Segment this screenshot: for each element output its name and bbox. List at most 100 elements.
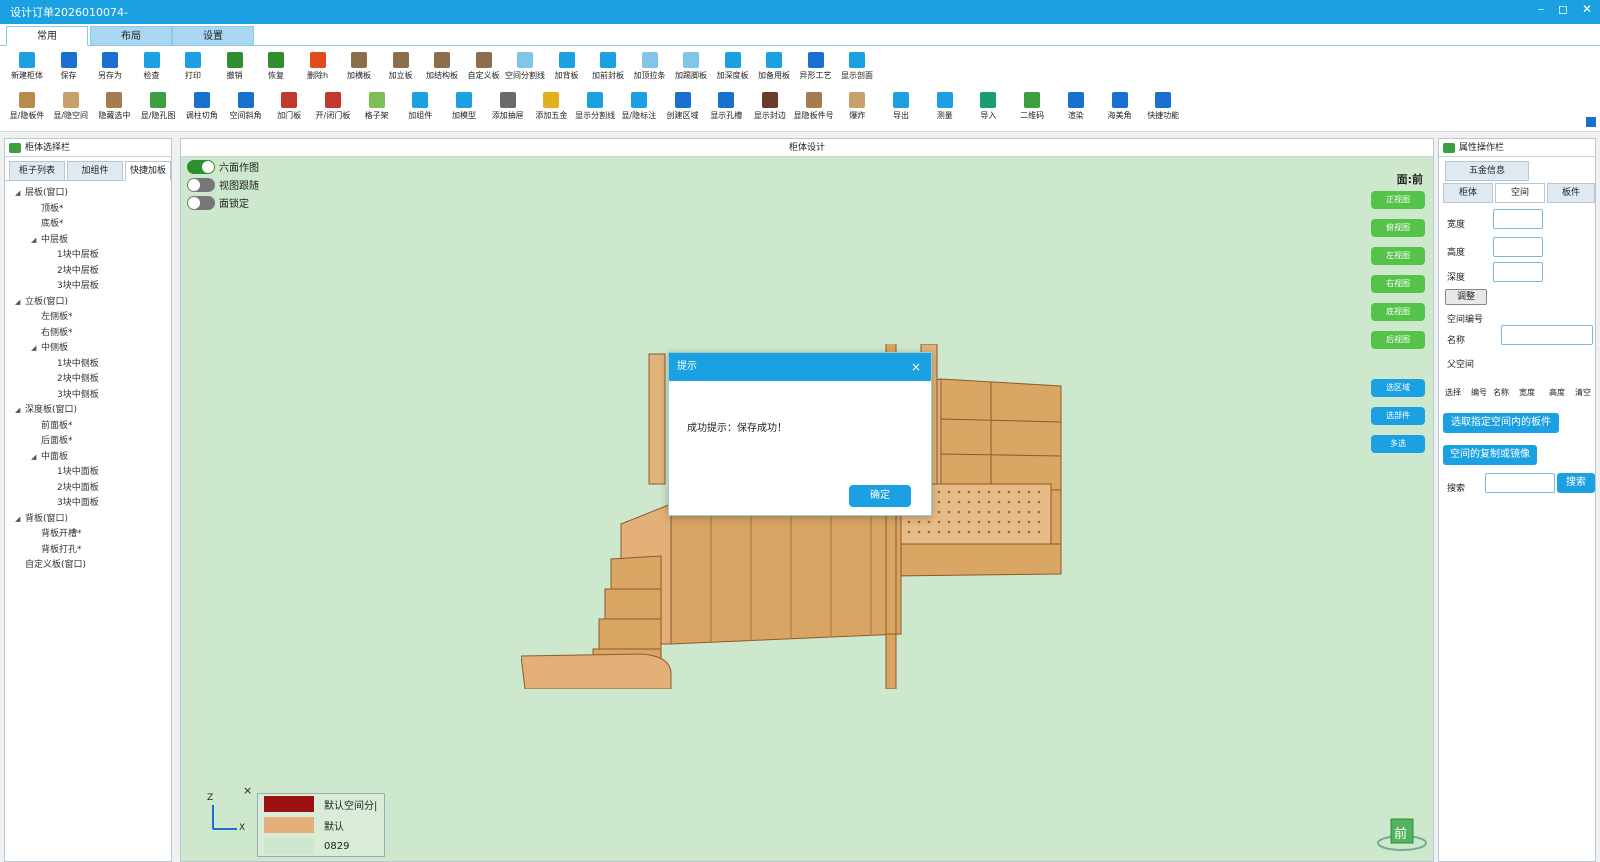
toolbar-add-drawer-button[interactable]: 添加抽屉 (487, 88, 529, 128)
expand-triangle-icon[interactable]: ◢ (31, 344, 41, 352)
tree-item[interactable]: ◢ 中面板 (31, 449, 68, 462)
tree-item[interactable]: ◢ 深度板(窗口) (15, 402, 77, 415)
toolbar-toggle-holes-button[interactable]: 显/隐孔图 (137, 88, 179, 128)
toolbar-add-structure-board-button[interactable]: 加结构板 (421, 48, 463, 88)
toggle-six-faces[interactable]: 六面作图 (187, 159, 259, 174)
tree-item[interactable]: 背板打孔* (31, 542, 82, 555)
toolbar-undo-button[interactable]: 撤销 (214, 48, 256, 88)
toolbar-hide-selected-button[interactable]: 隐藏选中 (93, 88, 135, 128)
toolbar-show-divider-button[interactable]: 显示分割线 (574, 88, 616, 128)
toolbar-open-close-door-button[interactable]: 开/闭门板 (312, 88, 354, 128)
toolbar-toggle-board-number-button[interactable]: 显隐板件号 (793, 88, 835, 128)
expand-triangle-icon[interactable]: ◢ (15, 406, 25, 414)
toolbar-grid-rack-button[interactable]: 格子架 (356, 88, 398, 128)
multi-select-button[interactable]: 多选 (1371, 435, 1425, 453)
tree-item[interactable]: 3块中面板 (47, 495, 99, 508)
toggle-view-follow[interactable]: 视图跟随 (187, 177, 259, 192)
ok-button[interactable]: 确定 (849, 485, 911, 507)
toolbar-add-spare-board-button[interactable]: 加备用板 (753, 48, 795, 88)
tree-item[interactable]: 1块中面板 (47, 464, 99, 477)
right-view-button[interactable]: 右视图 (1371, 275, 1425, 293)
maximize-icon[interactable]: ◻ (1558, 2, 1568, 16)
tree-item[interactable]: 前面板* (31, 418, 73, 431)
toolbar-show-edge-button[interactable]: 显示封边 (749, 88, 791, 128)
tree-item[interactable]: 背板开槽* (31, 526, 82, 539)
height-field[interactable] (1493, 237, 1543, 257)
toolbar-grid-icon[interactable] (1586, 117, 1596, 127)
tab-quick-add[interactable]: 快捷加板 (125, 161, 171, 181)
toolbar-quick-function-button[interactable]: 快捷功能 (1142, 88, 1184, 128)
tree-item[interactable]: 3块中层板 (47, 278, 99, 291)
tree-item[interactable]: ◢ 层板(窗口) (15, 185, 68, 198)
toolbar-toggle-boards-button[interactable]: 显/隐板件 (6, 88, 48, 128)
tree-item[interactable]: 2块中面板 (47, 480, 99, 493)
toolbar-export-button[interactable]: 导出 (880, 88, 922, 128)
tree-item[interactable]: 3块中侧板 (47, 387, 99, 400)
depth-field[interactable] (1493, 262, 1543, 282)
toolbar-qr-cloud-button[interactable]: 二维码 (1011, 88, 1053, 128)
tree-item[interactable]: ◢ 立板(窗口) (15, 294, 68, 307)
tree-item[interactable]: 顶板* (31, 201, 64, 214)
toolbar-add-vertical-board-button[interactable]: 加立板 (380, 48, 422, 88)
toolbar-space-bevel-button[interactable]: 空间斜角 (225, 88, 267, 128)
toolbar-new-cabinet-button[interactable]: 新建柜体 (6, 48, 48, 88)
tree-item[interactable]: 1块中层板 (47, 247, 99, 260)
tab-cabinet-list[interactable]: 柜子列表 (9, 161, 65, 181)
toolbar-add-horizontal-board-button[interactable]: 加横板 (338, 48, 380, 88)
toolbar-add-kickboard-button[interactable]: 加踢脚板 (670, 48, 712, 88)
back-view-button[interactable]: 后视图 (1371, 331, 1425, 349)
left-view-button[interactable]: 左视图 (1371, 247, 1425, 265)
toolbar-redo-button[interactable]: 恢复 (255, 48, 297, 88)
toolbar-add-back-board-button[interactable]: 加背板 (546, 48, 588, 88)
toolbar-add-component-button[interactable]: 加组件 (399, 88, 441, 128)
toggle-switch[interactable] (187, 159, 215, 174)
expand-triangle-icon[interactable]: ◢ (31, 236, 41, 244)
tab-cabinet[interactable]: 柜体 (1443, 183, 1493, 203)
dialog-close-icon[interactable]: × (911, 353, 921, 381)
search-button[interactable]: 搜索 (1557, 473, 1595, 493)
tree-item[interactable]: ◢ 中侧板 (31, 340, 68, 353)
toolbar-add-depth-board-button[interactable]: 加深度板 (712, 48, 754, 88)
toolbar-toggle-annotation-button[interactable]: 显/隐标注 (618, 88, 660, 128)
tree-item[interactable]: 左侧板* (31, 309, 73, 322)
toolbar-custom-board-button[interactable]: 自定义板 (463, 48, 505, 88)
toolbar-add-front-seal-button[interactable]: 加前封板 (587, 48, 629, 88)
view-cube[interactable]: 前 (1377, 817, 1427, 851)
tree-item[interactable]: 后面板* (31, 433, 73, 446)
tree-item[interactable]: ◢ 背板(窗口) (15, 511, 68, 524)
toolbar-add-top-strip-button[interactable]: 加顶拉条 (629, 48, 671, 88)
toggle-face-lock[interactable]: 面锁定 (187, 195, 249, 210)
toolbar-save-as-button[interactable]: 另存为 (89, 48, 131, 88)
top-view-button[interactable]: 俯视图 (1371, 219, 1425, 237)
toolbar-add-hardware-button[interactable]: 添加五金 (530, 88, 572, 128)
close-icon[interactable]: ✕ (1582, 2, 1592, 16)
toolbar-shaped-process-button[interactable]: 异形工艺 (795, 48, 837, 88)
tree-item[interactable]: 底板* (31, 216, 64, 229)
toolbar-check-button[interactable]: 检查 (131, 48, 173, 88)
toolbar-show-section-button[interactable]: 显示剖面 (836, 48, 878, 88)
tab-board[interactable]: 板件 (1547, 183, 1595, 203)
toolbar-delete-button[interactable]: 删除h (297, 48, 339, 88)
toolbar-corner-button[interactable]: 海美角 (1099, 88, 1141, 128)
toolbar-space-divider-button[interactable]: 空间分割线 (504, 48, 546, 88)
adjust-button[interactable]: 调整 (1445, 289, 1487, 305)
toolbar-show-slots-button[interactable]: 显示孔槽 (705, 88, 747, 128)
legend-close-icon[interactable]: × (243, 784, 252, 797)
toolbar-explode-button[interactable]: 爆炸 (836, 88, 878, 128)
minimize-icon[interactable]: – (1538, 2, 1544, 16)
select-space-boards-button[interactable]: 选取指定空间内的板件 (1443, 413, 1559, 433)
tab-layout[interactable]: 布局 (90, 26, 172, 46)
name-field[interactable] (1501, 325, 1593, 345)
toolbar-import-button[interactable]: 导入 (967, 88, 1009, 128)
toggle-switch[interactable] (187, 195, 215, 210)
search-input[interactable] (1485, 473, 1555, 493)
width-field[interactable] (1493, 209, 1543, 229)
tab-hardware-info[interactable]: 五金信息 (1445, 161, 1529, 181)
toolbar-toggle-space-button[interactable]: 显/隐空间 (50, 88, 92, 128)
copy-mirror-space-button[interactable]: 空间的复制或镜像 (1443, 445, 1537, 465)
toolbar-column-corner-button[interactable]: 调柱切角 (181, 88, 223, 128)
toggle-switch[interactable] (187, 177, 215, 192)
expand-triangle-icon[interactable]: ◢ (15, 515, 25, 523)
toolbar-add-door-button[interactable]: 加门板 (268, 88, 310, 128)
toolbar-save-button[interactable]: 保存 (48, 48, 90, 88)
